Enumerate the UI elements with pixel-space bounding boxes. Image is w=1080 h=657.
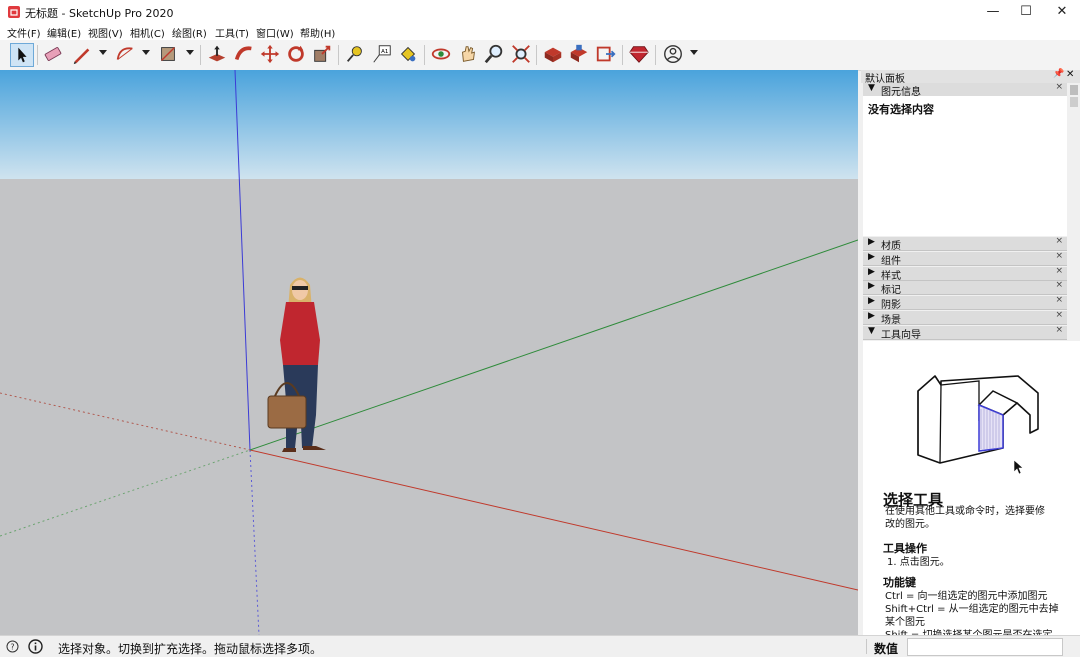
expanded-arrow-icon: ▼ xyxy=(868,83,875,93)
collapsed-arrow-icon: ▶ xyxy=(868,267,875,277)
panel-close-icon[interactable]: × xyxy=(1055,295,1063,305)
tray-title-bar: 默认面板 📌 ✕ xyxy=(861,69,1080,85)
panel-tags-header[interactable]: ▶ 标记 × xyxy=(863,280,1067,296)
panel-scenes-header[interactable]: ▶ 场景 × xyxy=(863,310,1067,326)
window-title: 无标题 - SketchUp Pro 2020 xyxy=(25,7,174,20)
menu-view[interactable]: 视图(V) xyxy=(88,25,123,40)
panel-close-icon[interactable]: × xyxy=(1055,266,1063,276)
collapsed-arrow-icon: ▶ xyxy=(868,252,875,262)
panel-shadows-label: 阴影 xyxy=(881,300,901,311)
account-icon[interactable] xyxy=(662,43,686,67)
collapsed-arrow-icon: ▶ xyxy=(868,311,875,321)
minimize-button[interactable]: — xyxy=(976,2,1010,22)
zoom-icon[interactable] xyxy=(483,43,507,67)
expanded-arrow-icon: ▼ xyxy=(868,326,875,336)
panel-entity-info-header[interactable]: ▼ 图元信息 × xyxy=(863,82,1067,98)
collapsed-arrow-icon: ▶ xyxy=(868,237,875,247)
tray-close-icon[interactable]: ✕ xyxy=(1066,69,1074,80)
scroll-up-icon[interactable] xyxy=(1070,85,1078,95)
move-icon[interactable] xyxy=(259,43,283,67)
status-bar: ? 选择对象。切换到扩充选择。拖动鼠标选择多项。 数值 xyxy=(0,635,1080,657)
arc-tool-icon[interactable] xyxy=(114,43,138,67)
title-bar: 无标题 - SketchUp Pro 2020 — ☐ ✕ xyxy=(0,0,1080,24)
pan-icon[interactable] xyxy=(457,43,481,67)
default-tray: 默认面板 📌 ✕ ▼ 图元信息 × 没有选择内容 ▶ 材质 × ▶ 组件 × ▶… xyxy=(861,69,1080,641)
text-tool-icon[interactable]: A1 xyxy=(371,43,395,67)
entity-info-box: 没有选择内容 xyxy=(863,96,1067,236)
ground-plane xyxy=(0,179,858,635)
panel-close-icon[interactable]: × xyxy=(1055,280,1063,290)
entity-info-content: 没有选择内容 xyxy=(868,103,934,116)
panel-components-label: 组件 xyxy=(881,256,901,267)
account-dropdown-caret[interactable] xyxy=(690,50,698,55)
instructor-content: 选择工具 在使用其他工具或命令时，选择要修改的图元。 工具操作 1. 点击图元。… xyxy=(863,341,1080,641)
measurements-input[interactable] xyxy=(907,638,1063,656)
collapsed-arrow-icon: ▶ xyxy=(868,296,875,306)
instructor-house-illustration xyxy=(917,375,1039,464)
panel-close-icon[interactable]: × xyxy=(1055,82,1063,92)
panel-materials-header[interactable]: ▶ 材质 × xyxy=(863,236,1067,252)
paint-bucket-icon[interactable] xyxy=(397,43,421,67)
close-button[interactable]: ✕ xyxy=(1045,2,1079,22)
rectangle-dropdown-caret[interactable] xyxy=(186,50,194,55)
panel-materials-label: 材质 xyxy=(881,241,901,252)
tape-measure-icon[interactable] xyxy=(344,43,368,67)
sky xyxy=(0,70,858,179)
help-icon[interactable]: ? xyxy=(6,640,19,653)
operation-step: 1. 点击图元。 xyxy=(887,557,950,568)
measurements-label: 数值 xyxy=(874,642,899,656)
panel-tags-label: 标记 xyxy=(881,285,901,296)
main-toolbar: A1 xyxy=(0,40,1080,71)
pencil-line-tool-icon[interactable] xyxy=(71,43,95,67)
panel-close-icon[interactable]: × xyxy=(1055,236,1063,246)
collapsed-arrow-icon: ▶ xyxy=(868,281,875,291)
panel-styles-header[interactable]: ▶ 样式 × xyxy=(863,266,1067,282)
scale-icon[interactable] xyxy=(311,43,335,67)
sketchup-logo-icon xyxy=(8,6,20,18)
menu-draw[interactable]: 绘图(R) xyxy=(172,25,207,40)
push-pull-icon[interactable] xyxy=(206,43,230,67)
eraser-tool-icon[interactable] xyxy=(42,43,66,67)
arc-dropdown-caret[interactable] xyxy=(142,50,150,55)
menu-file[interactable]: 文件(F) xyxy=(7,25,41,40)
pin-icon[interactable]: 📌 xyxy=(1053,69,1064,79)
panel-close-icon[interactable]: × xyxy=(1055,251,1063,261)
panel-scenes-label: 场景 xyxy=(881,315,901,326)
menu-edit[interactable]: 编辑(E) xyxy=(47,25,81,40)
scroll-thumb[interactable] xyxy=(1070,97,1078,107)
status-text: 选择对象。切换到扩充选择。拖动鼠标选择多项。 xyxy=(58,642,323,656)
menu-camera[interactable]: 相机(C) xyxy=(130,25,165,40)
panel-styles-label: 样式 xyxy=(881,271,901,282)
panel-components-header[interactable]: ▶ 组件 × xyxy=(863,251,1067,267)
menu-tools[interactable]: 工具(T) xyxy=(215,25,249,40)
cursor-arrow-icon xyxy=(1013,459,1024,475)
orbit-icon[interactable] xyxy=(430,43,454,67)
follow-me-icon[interactable] xyxy=(233,43,257,67)
tray-scrollbar[interactable] xyxy=(1068,83,1080,341)
panel-instructor-header[interactable]: ▼ 工具向导 × xyxy=(863,325,1067,341)
pencil-dropdown-caret[interactable] xyxy=(99,50,107,55)
send-to-layout-icon[interactable] xyxy=(595,43,619,67)
menu-bar: 文件(F) 编辑(E) 视图(V) 相机(C) 绘图(R) 工具(T) 窗口(W… xyxy=(0,24,1080,40)
model-viewport[interactable] xyxy=(0,70,858,635)
instructor-description: 在使用其他工具或命令时，选择要修改的图元。 xyxy=(885,506,1045,530)
ruby-console-icon[interactable] xyxy=(628,43,652,67)
svg-text:?: ? xyxy=(10,643,14,652)
viewport-canvas[interactable] xyxy=(0,70,858,635)
warehouse-icon[interactable] xyxy=(542,43,566,67)
zoom-extents-icon[interactable] xyxy=(510,43,534,67)
panel-instructor-label: 工具向导 xyxy=(881,330,921,341)
maximize-button[interactable]: ☐ xyxy=(1009,2,1043,22)
select-tool-icon[interactable] xyxy=(10,43,34,67)
menu-window[interactable]: 窗口(W) xyxy=(256,25,294,40)
extension-warehouse-icon[interactable] xyxy=(568,43,592,67)
panel-close-icon[interactable]: × xyxy=(1055,325,1063,335)
rotate-icon[interactable] xyxy=(285,43,309,67)
panel-close-icon[interactable]: × xyxy=(1055,310,1063,320)
rectangle-tool-icon[interactable] xyxy=(157,43,181,67)
svg-text:A1: A1 xyxy=(381,49,388,55)
panel-shadows-header[interactable]: ▶ 阴影 × xyxy=(863,295,1067,311)
menu-help[interactable]: 帮助(H) xyxy=(300,25,335,40)
info-icon[interactable] xyxy=(28,639,43,654)
